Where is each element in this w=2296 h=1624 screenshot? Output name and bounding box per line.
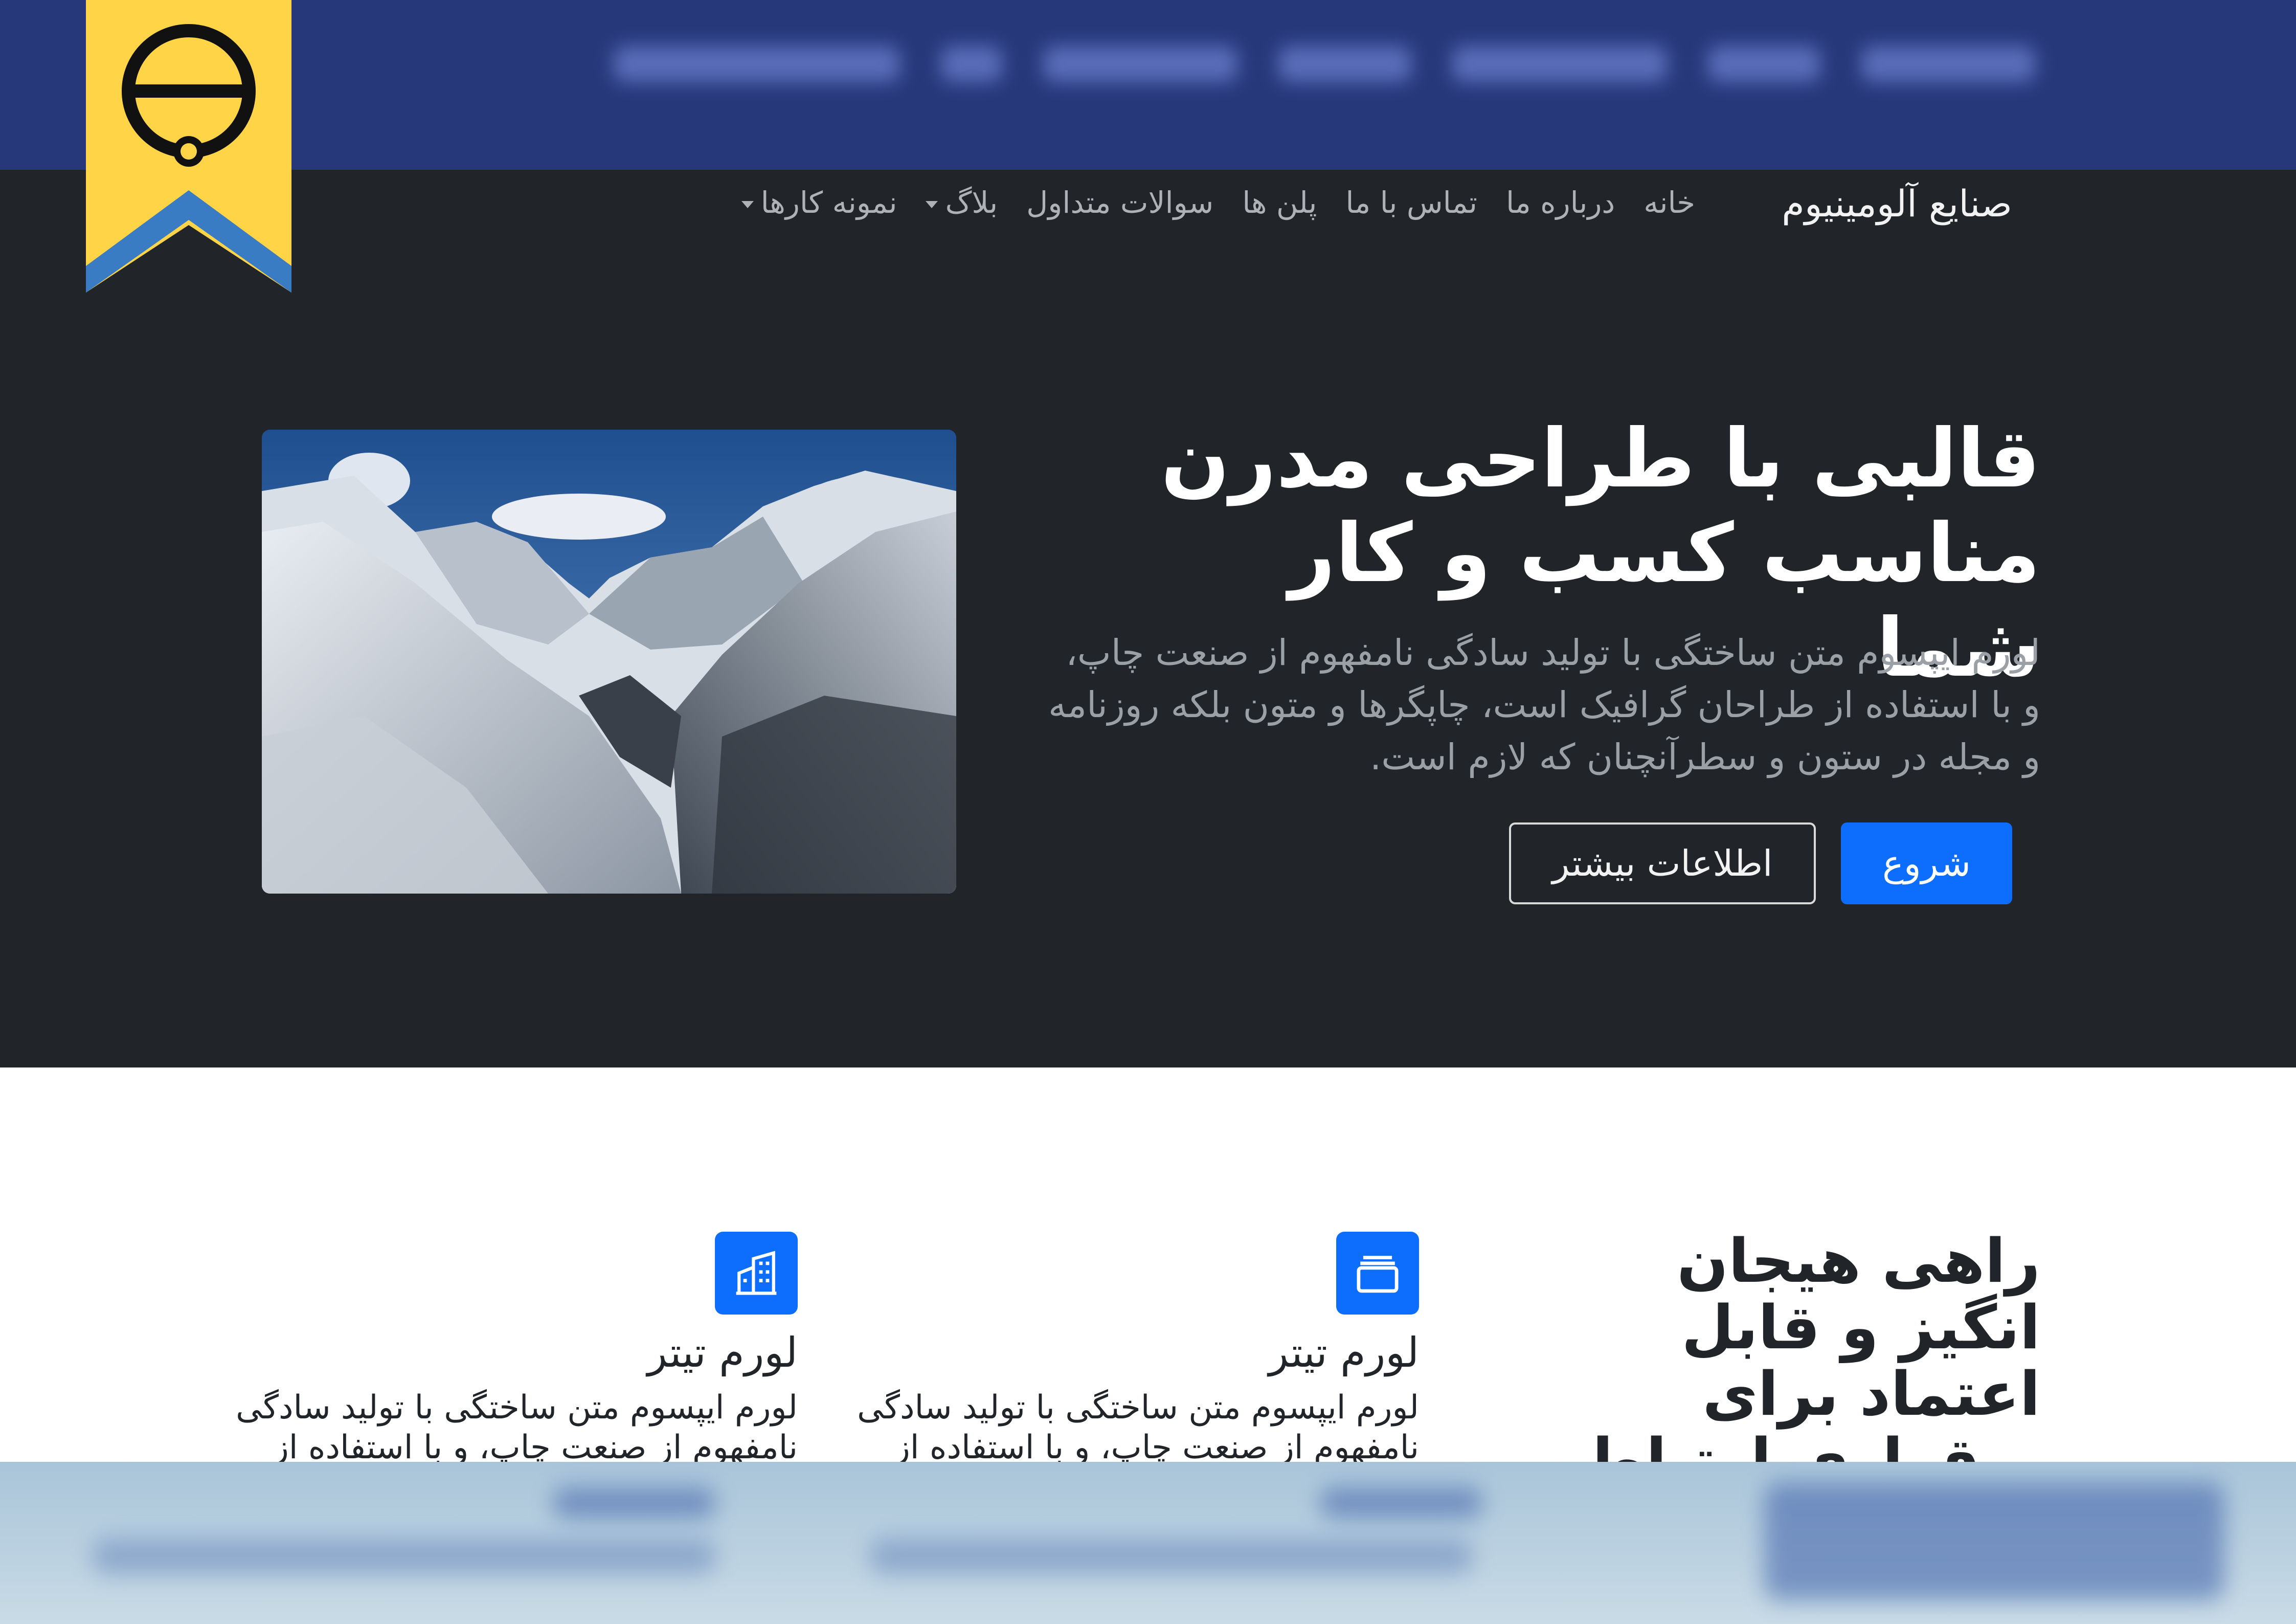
feature-title: لورم تیتر (1269, 1329, 1419, 1376)
nav-item-about[interactable]: درباره ما (1506, 185, 1615, 220)
hero-mountain-image (262, 430, 956, 894)
blurred-nav-ghost (614, 31, 2250, 97)
nav-item-home[interactable]: خانه (1644, 185, 1695, 220)
ribbon-logo-icon (86, 0, 291, 293)
hero-title-line1: قالبی با طراحی مدرن (1160, 412, 2040, 506)
nav-item-portfolio-dropdown[interactable]: نمونه کارها (741, 185, 897, 220)
top-blurred-strip (0, 0, 2296, 170)
start-button[interactable]: شروع (1841, 822, 2012, 904)
feature-text: لورم ایپسوم متن ساختگی با تولید سادگی نا… (857, 1389, 1419, 1466)
nav-item-contact[interactable]: تماس با ما (1345, 185, 1477, 220)
nav-item-plans[interactable]: پلن ها (1242, 185, 1317, 220)
nav-item-faq[interactable]: سوالات متداول (1026, 185, 1213, 220)
feature-text: لورم ایپسوم متن ساختگی با تولید سادگی نا… (236, 1389, 798, 1466)
main-nav: خانه درباره ما تماس با ما پلن ها سوالات … (741, 185, 1695, 220)
building-icon (715, 1232, 798, 1315)
bottom-blurred-strip (0, 1462, 2296, 1624)
hero-text-line2: و با استفاده از طراحان گرافیک است، چاپگر… (1048, 684, 2040, 726)
collection-icon (1336, 1232, 1419, 1315)
brand-link[interactable]: صنایع آلومینیوم (1782, 182, 2012, 225)
hero-text-line3: و مجله در ستون و سطرآنچنان که لازم است. (1370, 736, 2040, 778)
nav-item-blog-dropdown[interactable]: بلاگ (926, 185, 998, 220)
hero-text-line1: لورم ایپسوم متن ساختگی با تولید سادگی نا… (1066, 632, 2040, 674)
feature-title: لورم تیتر (647, 1329, 798, 1376)
mountain-landscape-image (262, 430, 956, 894)
hero-paragraph: لورم ایپسوم متن ساختگی با تولید سادگی نا… (992, 627, 2040, 783)
more-info-button[interactable]: اطلاعات بیشتر (1509, 822, 1816, 904)
